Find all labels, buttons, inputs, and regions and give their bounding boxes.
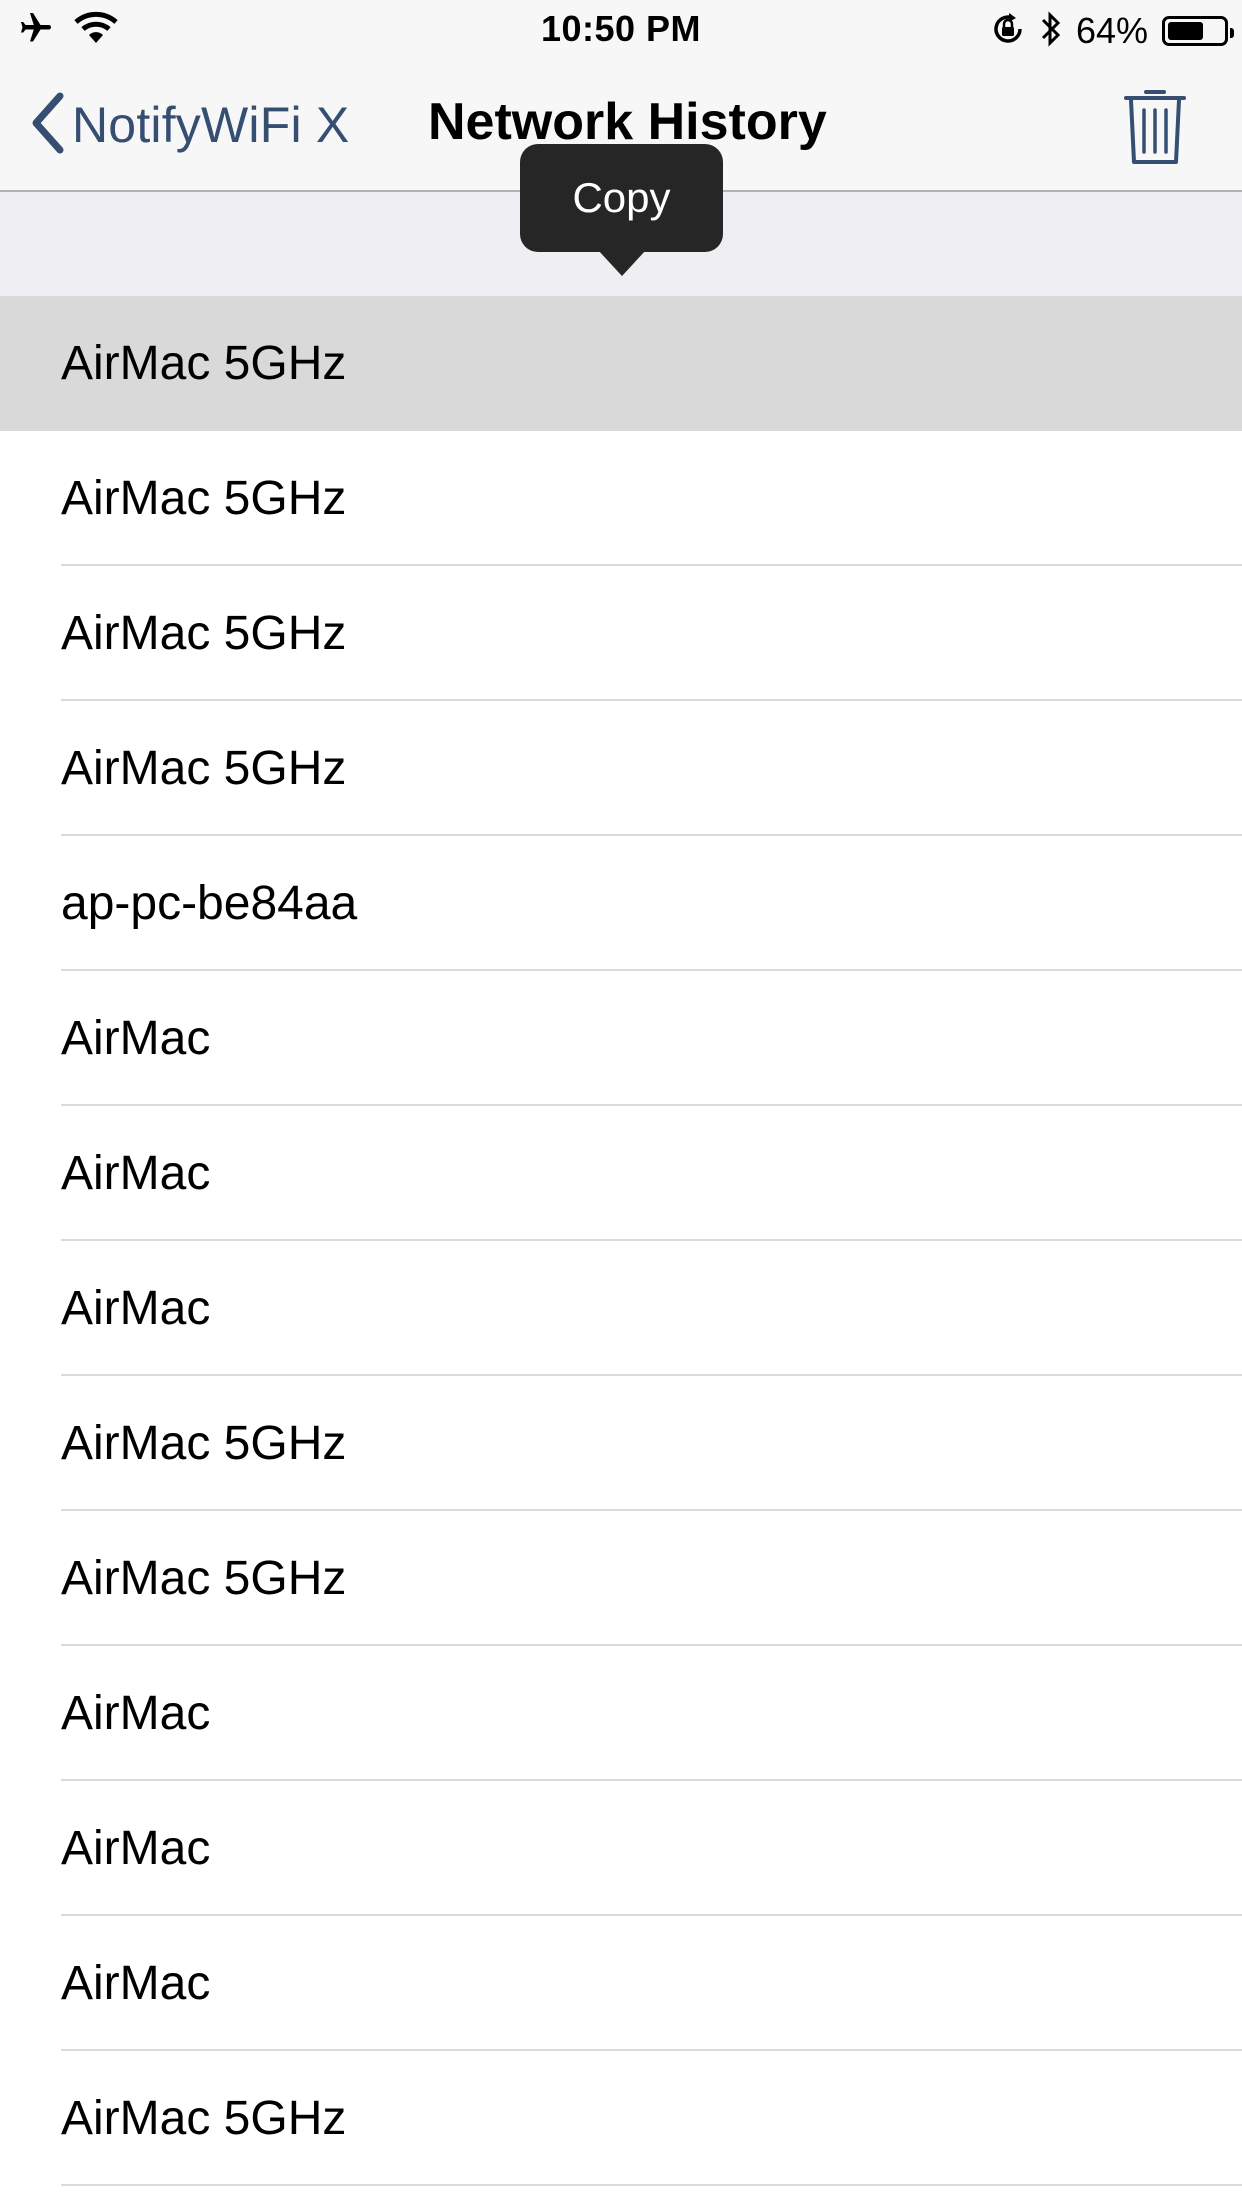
list-item[interactable]: AirMac 5GHz [0,431,1242,566]
orientation-lock-icon [990,11,1026,52]
list-item[interactable]: AirMac 5GHz [0,1511,1242,1646]
network-history-list: AirMac 5GHz AirMac 5GHz AirMac 5GHz AirMac … [0,296,1242,2186]
network-name: AirMac [61,1282,211,1335]
battery-fill [1168,22,1203,40]
battery-icon [1162,16,1234,46]
list-item[interactable]: ap-pc-be84aa [0,836,1242,971]
back-button[interactable]: NotifyWiFi X [30,90,349,160]
network-name: AirMac [61,1012,211,1065]
battery-nub [1230,28,1234,38]
network-name: AirMac 5GHz [61,472,347,525]
list-item[interactable]: AirMac [0,1916,1242,2051]
page-title: Network History [428,93,827,151]
network-name: AirMac [61,1822,211,1875]
network-name: AirMac 5GHz [61,2092,347,2145]
list-item[interactable]: AirMac 5GHz [0,296,1242,431]
list-item[interactable]: AirMac [0,1241,1242,1376]
chevron-left-icon [30,92,66,159]
list-item[interactable]: AirMac [0,971,1242,1106]
trash-icon[interactable] [1122,86,1188,166]
network-name: AirMac 5GHz [61,742,347,795]
list-item[interactable]: AirMac 5GHz [0,1376,1242,1511]
list-item[interactable]: AirMac 5GHz [0,2051,1242,2186]
list-item[interactable]: AirMac 5GHz [0,701,1242,836]
network-name: AirMac [61,1147,211,1200]
bluetooth-icon [1040,10,1062,52]
network-name: AirMac 5GHz [61,1417,347,1470]
list-item[interactable]: AirMac [0,1106,1242,1241]
network-name: AirMac 5GHz [61,607,347,660]
copy-menu-button[interactable]: Copy [520,144,723,252]
back-button-label: NotifyWiFi X [72,97,350,153]
network-name: AirMac [61,1957,211,2010]
list-item[interactable]: AirMac 5GHz [0,566,1242,701]
battery-percent: 64% [1075,10,1148,51]
network-name: AirMac 5GHz [61,1552,347,1605]
copy-menu-label: Copy [572,174,671,221]
network-name: ap-pc-be84aa [61,877,358,930]
list-item[interactable]: AirMac [0,1781,1242,1916]
copy-menu-arrow [598,250,646,276]
network-name: AirMac 5GHz [61,337,347,390]
network-name: AirMac [61,1687,211,1740]
list-item[interactable]: AirMac [0,1646,1242,1781]
status-bar: 10:50 PM 64% [0,0,1242,60]
